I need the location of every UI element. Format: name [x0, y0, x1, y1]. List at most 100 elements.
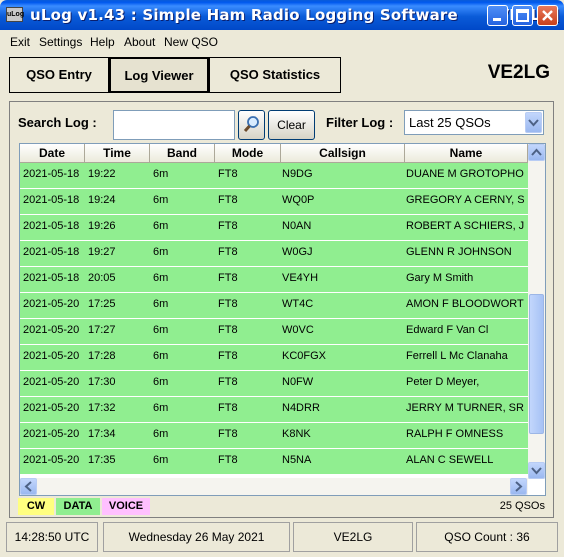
- tab-qso-entry[interactable]: QSO Entry: [9, 57, 109, 93]
- cell-mode: FT8: [218, 168, 238, 180]
- scroll-thumb[interactable]: [529, 294, 544, 434]
- cell-callsign: N9DG: [282, 168, 313, 180]
- scroll-right-button[interactable]: [510, 478, 527, 495]
- cell-time: 17:30: [88, 376, 116, 388]
- table-body: 2021-05-18 19:22 6m FT8 N9DG DUANE M GROTOPHO…: [20, 163, 528, 479]
- cell-mode: FT8: [218, 246, 238, 258]
- cell-time: 17:32: [88, 402, 116, 414]
- cell-date: 2021-05-18: [23, 220, 80, 232]
- close-button[interactable]: [537, 5, 558, 26]
- cell-mode: FT8: [218, 428, 238, 440]
- search-label: Search Log :: [18, 115, 97, 130]
- table-row[interactable]: 2021-05-20 17:35 6m FT8 N5NA ALAN C SEWELL: [20, 449, 528, 475]
- table-row[interactable]: 2021-05-20 17:34 6m FT8 K8NK RALPH F OMNESS: [20, 423, 528, 449]
- cell-date: 2021-05-20: [23, 324, 80, 336]
- col-callsign[interactable]: Callsign: [281, 144, 405, 163]
- cell-date: 2021-05-18: [23, 194, 80, 206]
- cell-callsign: N0AN: [282, 220, 312, 232]
- cell-callsign: WT4C: [282, 298, 314, 310]
- close-icon: [542, 10, 553, 21]
- maximize-icon: [516, 9, 529, 22]
- cell-date: 2021-05-20: [23, 350, 80, 362]
- status-qso-count: QSO Count : 36: [416, 522, 558, 552]
- scroll-down-button[interactable]: [528, 462, 545, 479]
- cell-time: 17:28: [88, 350, 116, 362]
- station-callsign: VE2LG: [487, 62, 550, 83]
- menu-about[interactable]: About: [124, 35, 155, 49]
- cell-time: 19:27: [88, 246, 116, 258]
- filter-select[interactable]: Last 25 QSOs: [404, 110, 544, 135]
- horizontal-scrollbar[interactable]: [20, 478, 528, 495]
- chevron-down-icon: [528, 119, 539, 127]
- col-time[interactable]: Time: [85, 144, 150, 163]
- arrow-down-icon: [531, 467, 542, 475]
- status-date: Wednesday 26 May 2021: [103, 522, 290, 552]
- col-band[interactable]: Band: [150, 144, 215, 163]
- cell-name: AMON F BLOODWORTH: [406, 298, 524, 310]
- window-title: uLog v1.43 : Simple Ham Radio Logging So…: [30, 6, 560, 24]
- table-row[interactable]: 2021-05-18 19:26 6m FT8 N0AN ROBERT A SCHIERS…: [20, 215, 528, 241]
- cell-band: 6m: [153, 194, 169, 206]
- arrow-right-icon: [515, 481, 523, 492]
- search-input[interactable]: [113, 110, 235, 140]
- cell-band: 6m: [153, 220, 169, 232]
- col-mode[interactable]: Mode: [215, 144, 281, 163]
- clear-button[interactable]: Clear: [268, 110, 315, 140]
- cell-callsign: N5NA: [282, 454, 312, 466]
- menu-exit[interactable]: Exit: [10, 35, 30, 49]
- cell-name: ALAN C SEWELL: [406, 454, 494, 466]
- col-date[interactable]: Date: [20, 144, 85, 163]
- menu-new-qso[interactable]: New QSO: [164, 35, 218, 49]
- table-row[interactable]: 2021-05-18 19:22 6m FT8 N9DG DUANE M GROTOPHO…: [20, 163, 528, 189]
- dropdown-arrow[interactable]: [525, 112, 542, 133]
- table-row[interactable]: 2021-05-20 17:30 6m FT8 N0FW Peter D Meyer,: [20, 371, 528, 397]
- search-button[interactable]: [238, 110, 265, 140]
- menu-settings[interactable]: Settings: [39, 35, 82, 49]
- cell-date: 2021-05-20: [23, 298, 80, 310]
- filter-label: Filter Log :: [326, 115, 394, 130]
- cell-name: GREGORY A CERNY, SR: [406, 194, 524, 206]
- cell-name: JERRY M TURNER, SR: [406, 402, 524, 414]
- table-row[interactable]: 2021-05-18 19:27 6m FT8 W0GJ GLENN R JOHNSON: [20, 241, 528, 267]
- minimize-icon: [493, 18, 501, 21]
- scroll-up-button[interactable]: [528, 144, 545, 161]
- cell-band: 6m: [153, 428, 169, 440]
- cell-time: 17:35: [88, 454, 116, 466]
- cell-date: 2021-05-18: [23, 168, 80, 180]
- legend-cw: CW: [18, 498, 54, 515]
- table-row[interactable]: 2021-05-18 19:24 6m FT8 WQ0P GREGORY A CERNY,…: [20, 189, 528, 215]
- cell-mode: FT8: [218, 454, 238, 466]
- menu-bar: Exit Settings Help About New QSO: [4, 31, 560, 51]
- tab-qso-statistics[interactable]: QSO Statistics: [209, 57, 341, 93]
- cell-band: 6m: [153, 246, 169, 258]
- cell-callsign: WQ0P: [282, 194, 315, 206]
- cell-mode: FT8: [218, 376, 238, 388]
- table-row[interactable]: 2021-05-20 17:28 6m FT8 KC0FGX Ferrell L Mc C…: [20, 345, 528, 371]
- table-row[interactable]: 2021-05-18 20:05 6m FT8 VE4YH Gary M Smith: [20, 267, 528, 293]
- cell-time: 17:27: [88, 324, 116, 336]
- cell-date: 2021-05-20: [23, 428, 80, 440]
- scroll-left-button[interactable]: [20, 478, 37, 495]
- cell-callsign: N0FW: [282, 376, 314, 388]
- table-row[interactable]: 2021-05-20 17:25 6m FT8 WT4C AMON F BLOODWORT…: [20, 293, 528, 319]
- vertical-scrollbar[interactable]: [528, 144, 545, 479]
- app-icon[interactable]: uLog: [6, 7, 24, 22]
- maximize-button[interactable]: [512, 5, 533, 26]
- menu-help[interactable]: Help: [90, 35, 115, 49]
- cell-mode: FT8: [218, 298, 238, 310]
- cell-mode: FT8: [218, 272, 238, 284]
- title-bar[interactable]: uLog uLog v1.43 : Simple Ham Radio Loggi…: [0, 0, 564, 30]
- log-viewer-panel: Search Log : Clear Filter Log : Last 25 …: [9, 101, 554, 518]
- col-name[interactable]: Name: [405, 144, 528, 163]
- cell-date: 2021-05-20: [23, 376, 80, 388]
- legend-data: DATA: [56, 498, 100, 515]
- cell-date: 2021-05-20: [23, 454, 80, 466]
- table-row[interactable]: 2021-05-20 17:32 6m FT8 N4DRR JERRY M TURNER,…: [20, 397, 528, 423]
- tab-log-viewer[interactable]: Log Viewer: [109, 57, 209, 93]
- table-row[interactable]: 2021-05-20 17:27 6m FT8 W0VC Edward F Van Cl: [20, 319, 528, 345]
- minimize-button[interactable]: [487, 5, 508, 26]
- cell-time: 19:26: [88, 220, 116, 232]
- legend-voice: VOICE: [102, 498, 150, 515]
- cell-time: 17:34: [88, 428, 116, 440]
- cell-name: Gary M Smith: [406, 272, 474, 284]
